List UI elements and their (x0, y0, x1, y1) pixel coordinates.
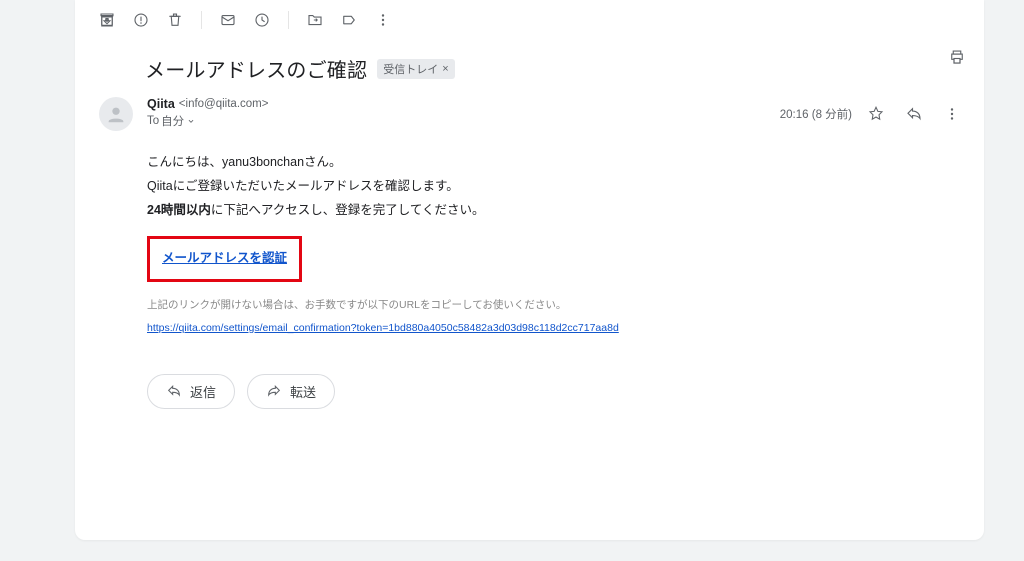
unread-icon (219, 11, 237, 29)
email-pane: メールアドレスのご確認 受信トレイ × Qiita <info@qiita.co… (75, 0, 984, 540)
message-more-button[interactable] (938, 100, 966, 128)
star-button[interactable] (862, 100, 890, 128)
reply-button[interactable]: 返信 (147, 374, 235, 409)
archive-button[interactable] (91, 4, 123, 36)
to-target: 自分 (161, 113, 184, 129)
inbox-label-chip[interactable]: 受信トレイ × (377, 59, 454, 79)
forward-icon (266, 383, 282, 399)
to-prefix: To (147, 115, 159, 127)
email-time: 20:16 (8 分前) (780, 106, 852, 122)
reply-forward-row: 返信 転送 (75, 340, 984, 409)
moveto-icon (306, 11, 324, 29)
highlight-box: メールアドレスを認証 (147, 236, 302, 282)
verify-link[interactable]: メールアドレスを認証 (162, 251, 287, 265)
label-chip-text: 受信トレイ (383, 61, 438, 77)
print-icon (948, 48, 966, 66)
body-line2: Qiitaにご登録いただいたメールアドレスを確認します。 (147, 175, 924, 199)
avatar[interactable] (99, 97, 133, 131)
spam-button[interactable] (125, 4, 157, 36)
greeting-line: こんにちは、yanu3bonchanさん。 (147, 151, 924, 175)
fallback-note: 上記のリンクが開けない場合は、お手数ですが以下のURLをコピーしてお使いください… (147, 296, 924, 316)
sender-to-dropdown[interactable]: To 自分 (147, 113, 780, 129)
mail-toolbar (75, 0, 984, 40)
sender-meta: Qiita <info@qiita.com> To 自分 (147, 97, 780, 131)
forward-button[interactable]: 転送 (247, 374, 335, 409)
reply-label: 返信 (190, 382, 216, 401)
greeting-post: さん。 (304, 155, 342, 169)
snooze-icon (253, 11, 271, 29)
reply-icon-button[interactable] (900, 100, 928, 128)
body-line3-rest: に下記へアクセスし、登録を完了してください。 (211, 203, 485, 217)
move-to-button[interactable] (299, 4, 331, 36)
sender-name: Qiita (147, 97, 175, 111)
delete-button[interactable] (159, 4, 191, 36)
body-line3: 24時間以内に下記へアクセスし、登録を完了してください。 (147, 199, 924, 223)
more-button[interactable] (367, 4, 399, 36)
person-icon (105, 103, 127, 125)
delete-icon (166, 11, 184, 29)
fallback-url-link[interactable]: https://qiita.com/settings/email_confirm… (147, 322, 619, 334)
subject-row: メールアドレスのご確認 受信トレイ × (75, 40, 984, 87)
toolbar-separator (288, 11, 289, 29)
spam-icon (132, 11, 150, 29)
mark-unread-button[interactable] (212, 4, 244, 36)
reply-icon (905, 105, 923, 123)
reply-icon (166, 383, 182, 399)
chevron-down-icon (186, 116, 196, 126)
chip-remove-icon[interactable]: × (442, 63, 448, 75)
sender-row: Qiita <info@qiita.com> To 自分 20:16 (8 分前… (75, 87, 984, 131)
label-icon (340, 11, 358, 29)
more-icon (374, 11, 392, 29)
greeting-username: yanu3bonchan (222, 155, 304, 169)
toolbar-separator (201, 11, 202, 29)
star-icon (867, 105, 885, 123)
snooze-button[interactable] (246, 4, 278, 36)
sender-email: <info@qiita.com> (179, 98, 269, 110)
greeting-pre: こんにちは、 (147, 155, 222, 169)
email-subject: メールアドレスのご確認 (145, 54, 367, 83)
forward-label: 転送 (290, 382, 316, 401)
label-button[interactable] (333, 4, 365, 36)
archive-icon (98, 11, 116, 29)
sender-actions: 20:16 (8 分前) (780, 97, 966, 131)
print-button[interactable] (948, 48, 966, 69)
deadline-bold: 24時間以内 (147, 203, 211, 217)
kebab-icon (943, 105, 961, 123)
email-body: こんにちは、yanu3bonchanさん。 Qiitaにご登録いただいたメールア… (75, 131, 984, 340)
